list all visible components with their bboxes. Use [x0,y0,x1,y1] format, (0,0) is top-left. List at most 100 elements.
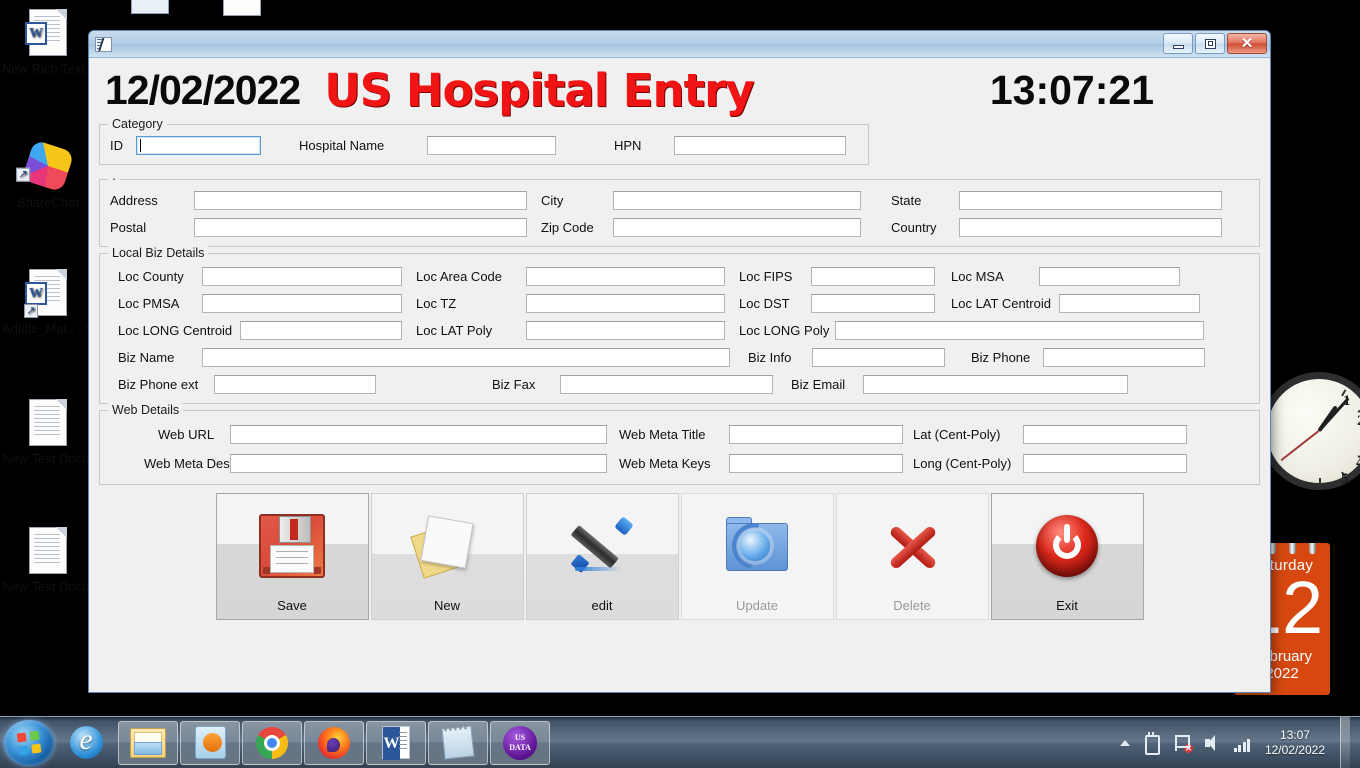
media-player-icon [195,726,226,759]
form-header: 12/02/2022 US Hospital Entry 13:07:21 [99,58,1260,120]
biz-phone-ext-input[interactable] [214,375,376,394]
web-details-legend: Web Details [108,403,183,417]
loc-lat-poly-input[interactable] [526,321,725,340]
label-hpn: HPN [614,138,674,153]
loc-area-code-input[interactable] [526,267,725,286]
taskbar-item-us-data[interactable]: US DATA [490,721,550,765]
loc-tz-input[interactable] [526,294,725,313]
long-cent-poly-input[interactable] [1023,454,1187,473]
maximize-button[interactable] [1195,33,1225,54]
folder-refresh-icon [682,494,833,598]
desktop-icon-new-text-document[interactable]: New Text Document [2,396,94,466]
system-tray: ✕ 13:07 12/02/2022 [1120,717,1360,768]
biz-email-input[interactable] [863,375,1128,394]
desktop-icon-label: New Text Document [2,451,94,466]
taskbar-item-internet-explorer[interactable] [56,721,116,765]
state-input[interactable] [959,191,1222,210]
close-icon: ✕ [1241,36,1254,51]
new-button-label: New [434,598,460,613]
floppy-disk-icon [217,494,368,598]
web-meta-keys-input[interactable] [729,454,903,473]
country-input[interactable] [959,218,1222,237]
loc-fips-input[interactable] [811,267,935,286]
lat-cent-poly-input[interactable] [1023,425,1187,444]
label-city: City [541,193,613,208]
page-title: US Hospital Entry [324,64,753,117]
minimize-button[interactable] [1163,33,1193,54]
address-input[interactable] [194,191,527,210]
label-address: Address [110,193,194,208]
new-papers-icon [372,494,523,598]
taskbar-item-windows-media-player[interactable] [180,721,240,765]
network-signal-icon[interactable] [1234,736,1254,752]
window-controls: ✕ [1163,33,1267,54]
desktop-icon-partial-document[interactable] [196,0,288,21]
delete-button[interactable]: Delete [836,493,989,620]
action-center-flag-icon[interactable]: ✕ [1172,733,1192,753]
biz-phone-input[interactable] [1043,348,1205,367]
loc-long-poly-input[interactable] [835,321,1204,340]
label-lat-cent-poly: Lat (Cent-Poly) [913,427,1023,442]
loc-county-input[interactable] [202,267,402,286]
loc-pmsa-input[interactable] [202,294,402,313]
analog-clock-gadget[interactable]: 1 2 3 4 5 [1260,372,1360,490]
web-meta-title-input[interactable] [729,425,903,444]
web-meta-desc-input[interactable] [230,454,607,473]
label-loc-lat-centroid: Loc LAT Centroid [951,296,1039,311]
biz-fax-input[interactable] [560,375,773,394]
label-zip-code: Zip Code [541,220,613,235]
new-button[interactable]: New [371,493,524,620]
hpn-input[interactable] [674,136,846,155]
label-web-meta-title: Web Meta Title [619,427,729,442]
label-web-meta-desc: Web Meta Desc [110,456,230,471]
desktop-icon-new-rich-text-doc[interactable]: W New Rich Text Doc... [2,6,94,76]
loc-dst-input[interactable] [811,294,935,313]
save-button[interactable]: Save [216,493,369,620]
zip-code-input[interactable] [613,218,861,237]
label-loc-pmsa: Loc PMSA [110,296,202,311]
show-hidden-icons-chevron-icon[interactable] [1120,740,1130,746]
desktop-icon-partial-notepad[interactable] [104,0,196,21]
biz-name-input[interactable] [202,348,730,367]
label-country: Country [891,220,959,235]
notepad-icon [104,0,196,18]
city-input[interactable] [613,191,861,210]
desktop-icon-label: Adtitle_Mat.. - Shortcut [2,321,94,336]
tray-clock[interactable]: 13:07 12/02/2022 [1265,728,1325,758]
local-biz-legend: Local Biz Details [108,246,208,260]
power-button-icon [992,494,1143,598]
desktop-icon-sharechat[interactable]: ↗ ShareChat [2,140,94,210]
text-document-icon [2,396,94,448]
taskbar-item-mozilla-firefox[interactable] [304,721,364,765]
show-desktop-button[interactable] [1340,717,1350,768]
desktop-icon-adtitle-mat-shortcut[interactable]: W ↗ Adtitle_Mat.. - Shortcut [2,266,94,336]
taskbar-item-windows-explorer[interactable] [118,721,178,765]
address-group: · Address City State Postal Zip Code Cou… [99,179,1260,247]
marker-pen-icon [527,494,678,598]
web-url-input[interactable] [230,425,607,444]
biz-info-input[interactable] [812,348,945,367]
battery-plug-icon[interactable] [1141,733,1161,753]
exit-button[interactable]: Exit [991,493,1144,620]
id-input[interactable] [136,136,261,155]
loc-long-centroid-input[interactable] [240,321,402,340]
taskbar-item-microsoft-word[interactable]: W [366,721,426,765]
header-date: 12/02/2022 [105,67,300,114]
loc-msa-input[interactable] [1039,267,1180,286]
edit-button[interactable]: edit [526,493,679,620]
taskbar-item-google-chrome[interactable] [242,721,302,765]
window-titlebar[interactable]: ✕ [89,31,1270,58]
postal-input[interactable] [194,218,527,237]
start-button[interactable] [4,720,54,766]
update-button[interactable]: Update [681,493,834,620]
loc-lat-centroid-input[interactable] [1059,294,1200,313]
desktop: W New Rich Text Doc... ↗ ShareChat W ↗ A… [0,0,1360,768]
category-group: Category ID Hospital Name HPN [99,124,869,165]
close-button[interactable]: ✕ [1227,33,1267,54]
volume-icon[interactable] [1203,733,1223,753]
hospital-name-input[interactable] [427,136,556,155]
desktop-icon-new-text-docume[interactable]: New Text Docume... [2,524,94,594]
taskbar-item-notepad[interactable] [428,721,488,765]
label-postal: Postal [110,220,194,235]
label-biz-phone-ext: Biz Phone ext [110,377,214,392]
